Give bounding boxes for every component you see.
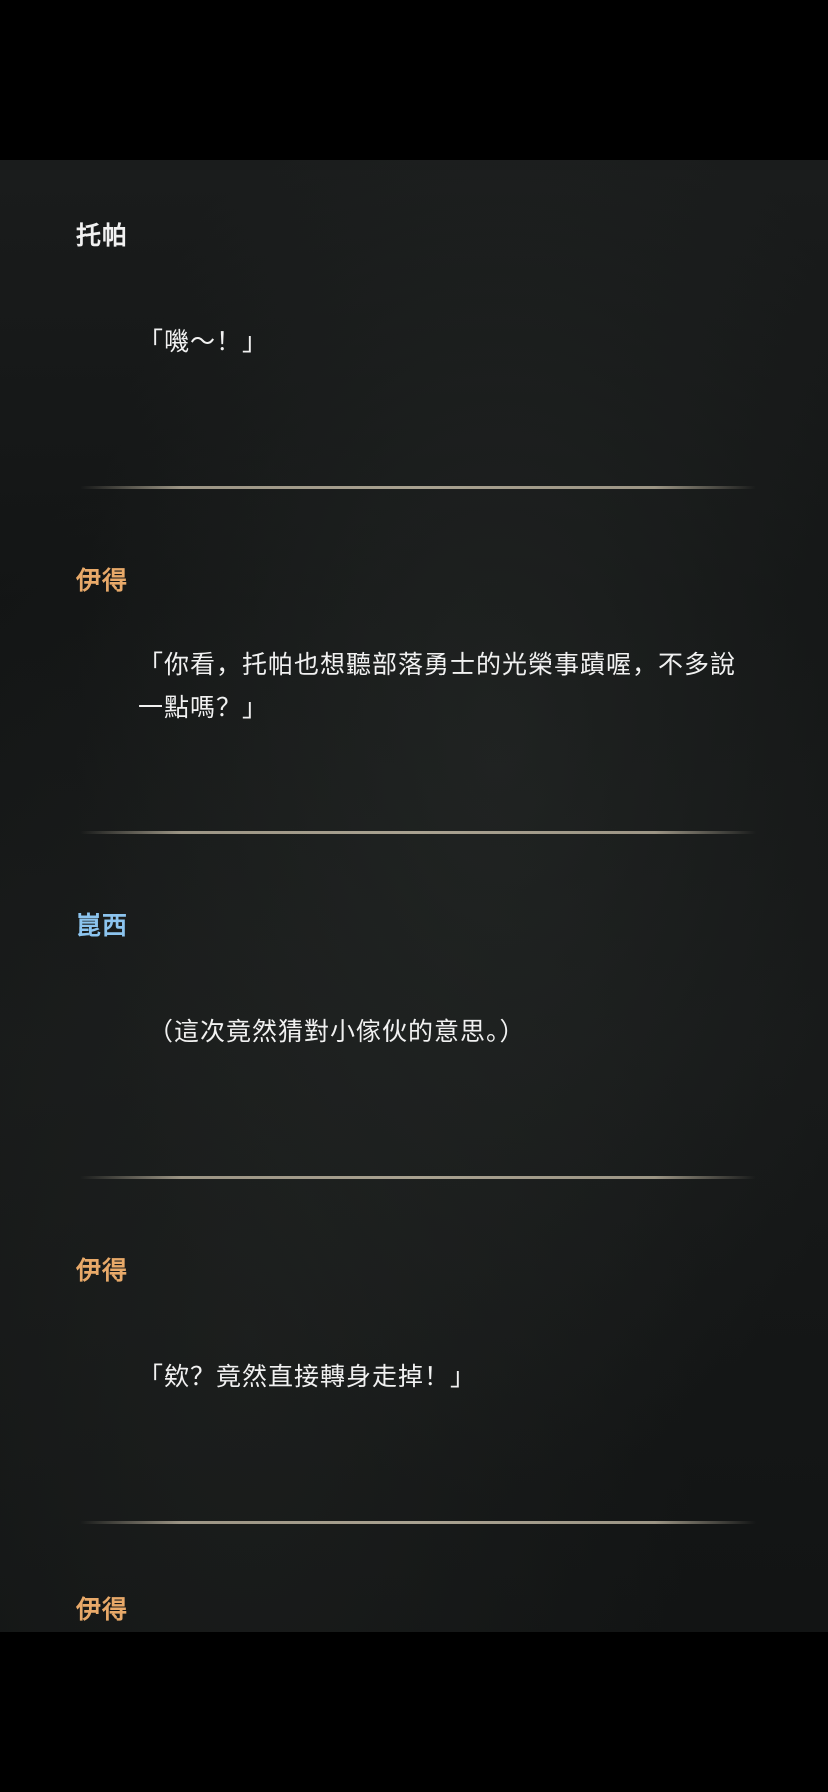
log-entry: 伊得 「你看，托帕也想聽部落勇士的光榮事蹟喔，不多說一點嗎？」 [0,505,828,850]
dialogue-text: 「你看，托帕也想聽部落勇士的光榮事蹟喔，不多說一點嗎？」 [138,650,737,722]
speaker-name: 伊得 [76,1256,129,1285]
speaker-name: 伊得 [76,566,129,595]
log-entry: 伊得 「欸？竟然直接轉身走掉！」 [0,1195,828,1540]
top-letterbox [0,0,828,160]
entry-divider [80,1176,756,1179]
entry-divider [80,486,756,489]
log-entry: 托帕 「嘰～！」 [0,160,828,505]
entry-divider [80,831,756,834]
dialogue-text: （這次竟然猜對小傢伙的意思。） [148,1017,526,1046]
bottom-letterbox [0,1632,828,1792]
dialogue-log[interactable]: 托帕 「嘰～！」 伊得 「你看，托帕也想聽部落勇士的光榮事蹟喔，不多說一點嗎？」… [0,160,828,1632]
speaker-name: 托帕 [76,221,129,250]
speaker-name: 崑西 [76,911,129,940]
partial-speaker-name: 伊得 [76,1595,129,1624]
entry-divider [80,1521,756,1524]
log-entry: 崑西 （這次竟然猜對小傢伙的意思。） [0,850,828,1195]
dialogue-text: 「嘰～！」 [138,327,269,356]
dialogue-text: 「欸？竟然直接轉身走掉！」 [138,1362,477,1391]
